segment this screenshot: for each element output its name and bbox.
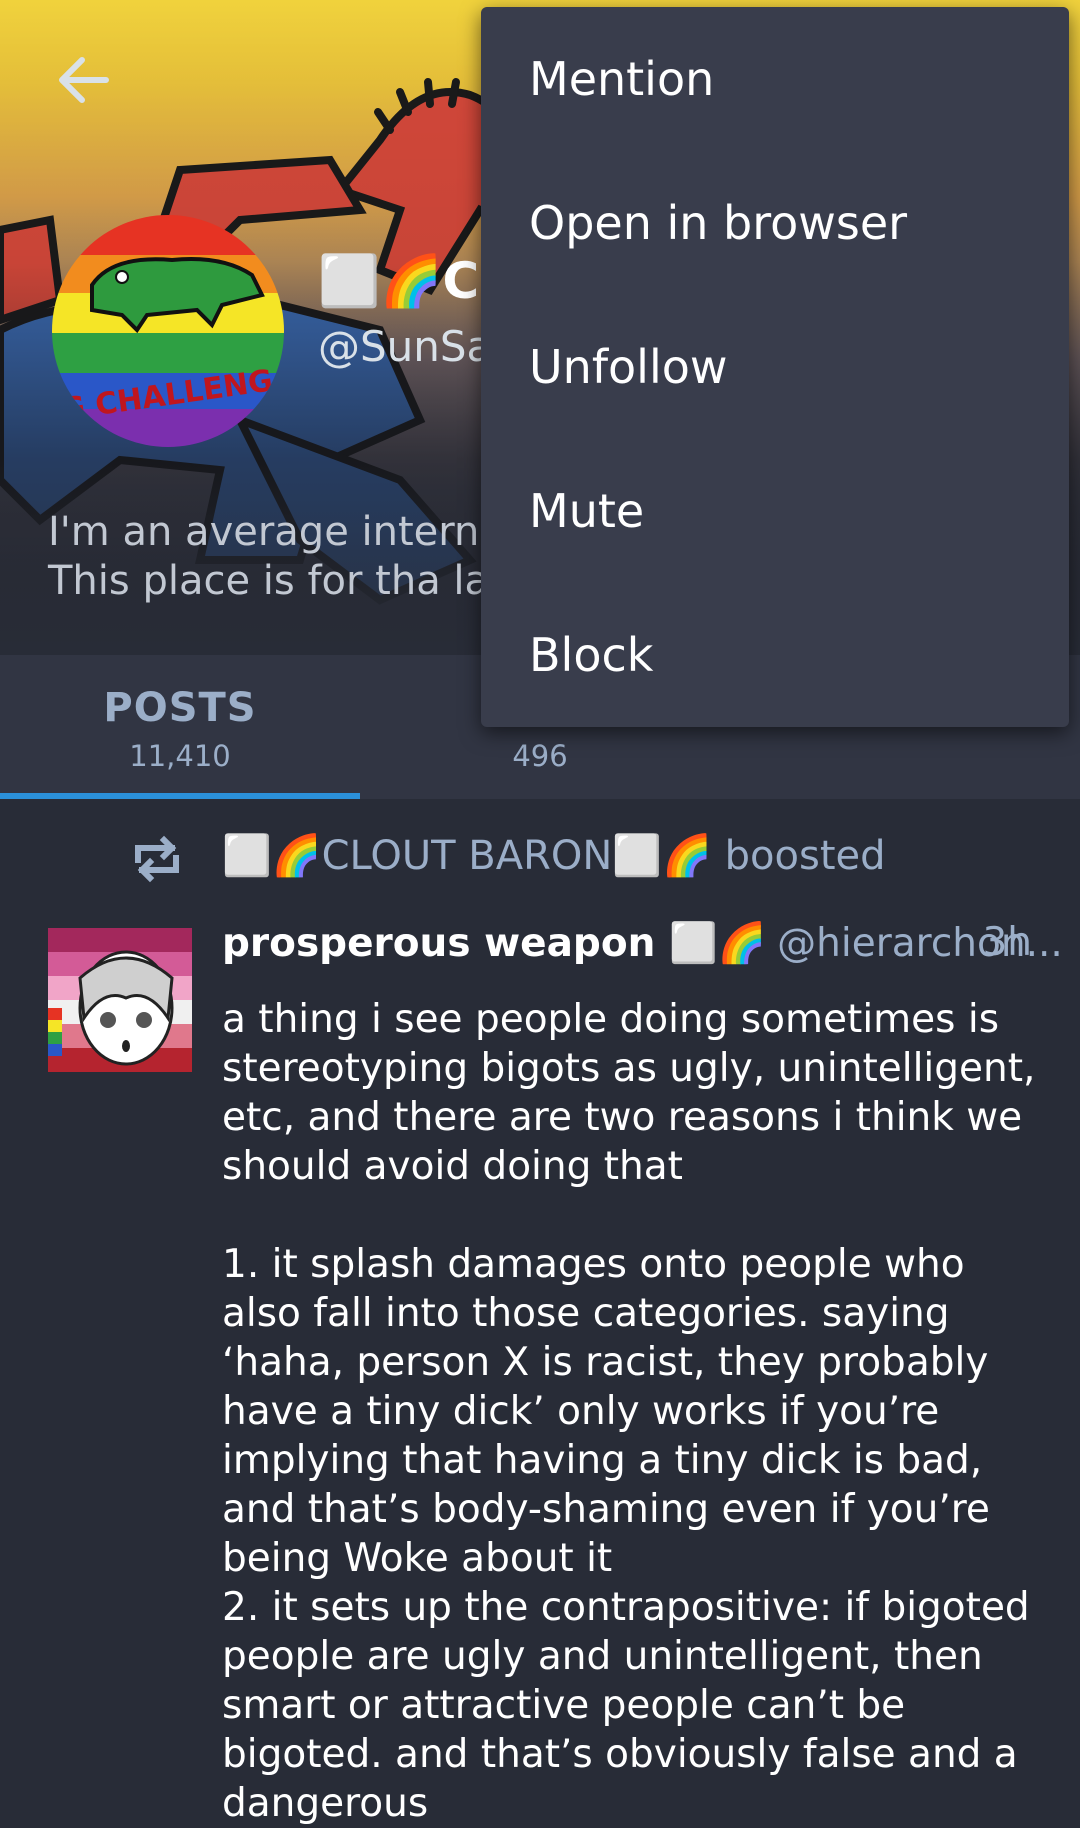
menu-item-open-in-browser[interactable]: Open in browser xyxy=(481,151,1069,295)
bio-line: This place is for tha laff xyxy=(48,558,517,604)
menu-item-mute[interactable]: Mute xyxy=(481,439,1069,583)
profile-handle: @SunSai xyxy=(318,322,504,371)
profile-avatar[interactable]: G CHALLENG xyxy=(52,215,284,447)
tab-count: 496 xyxy=(512,739,568,773)
boost-icon xyxy=(135,835,179,883)
profile-overflow-menu: Mention Open in browser Unfollow Mute Bl… xyxy=(481,7,1069,727)
tab-count: 11,410 xyxy=(129,739,231,773)
back-arrow-icon[interactable] xyxy=(52,48,116,112)
boost-text[interactable]: ⬜🌈CLOUT BARON⬜🌈 boosted xyxy=(222,832,886,879)
profile-bio: I'm an average internet This place is fo… xyxy=(48,508,520,606)
menu-item-unfollow[interactable]: Unfollow xyxy=(481,295,1069,439)
author-avatar-image xyxy=(48,928,192,1072)
menu-item-mention[interactable]: Mention xyxy=(481,7,1069,151)
status-author-name[interactable]: prosperous weapon ⬜🌈 xyxy=(222,921,766,966)
status-content[interactable]: a thing i see people doing sometimes is … xyxy=(222,995,1052,1828)
bio-line: I'm an average internet xyxy=(48,509,520,555)
status-header: prosperous weapon ⬜🌈 @hierarchon... 3h xyxy=(222,920,1063,980)
boost-indicator: ⬜🌈CLOUT BARON⬜🌈 boosted xyxy=(0,820,1080,900)
menu-item-block[interactable]: Block xyxy=(481,583,1069,727)
tab-label: POSTS xyxy=(103,685,257,731)
active-tab-indicator xyxy=(0,793,360,799)
status-author-avatar[interactable] xyxy=(48,928,192,1072)
avatar-image: G CHALLENG xyxy=(52,215,284,447)
tab-posts[interactable]: POSTS 11,410 xyxy=(0,655,360,799)
status-timestamp[interactable]: 3h xyxy=(982,920,1032,965)
